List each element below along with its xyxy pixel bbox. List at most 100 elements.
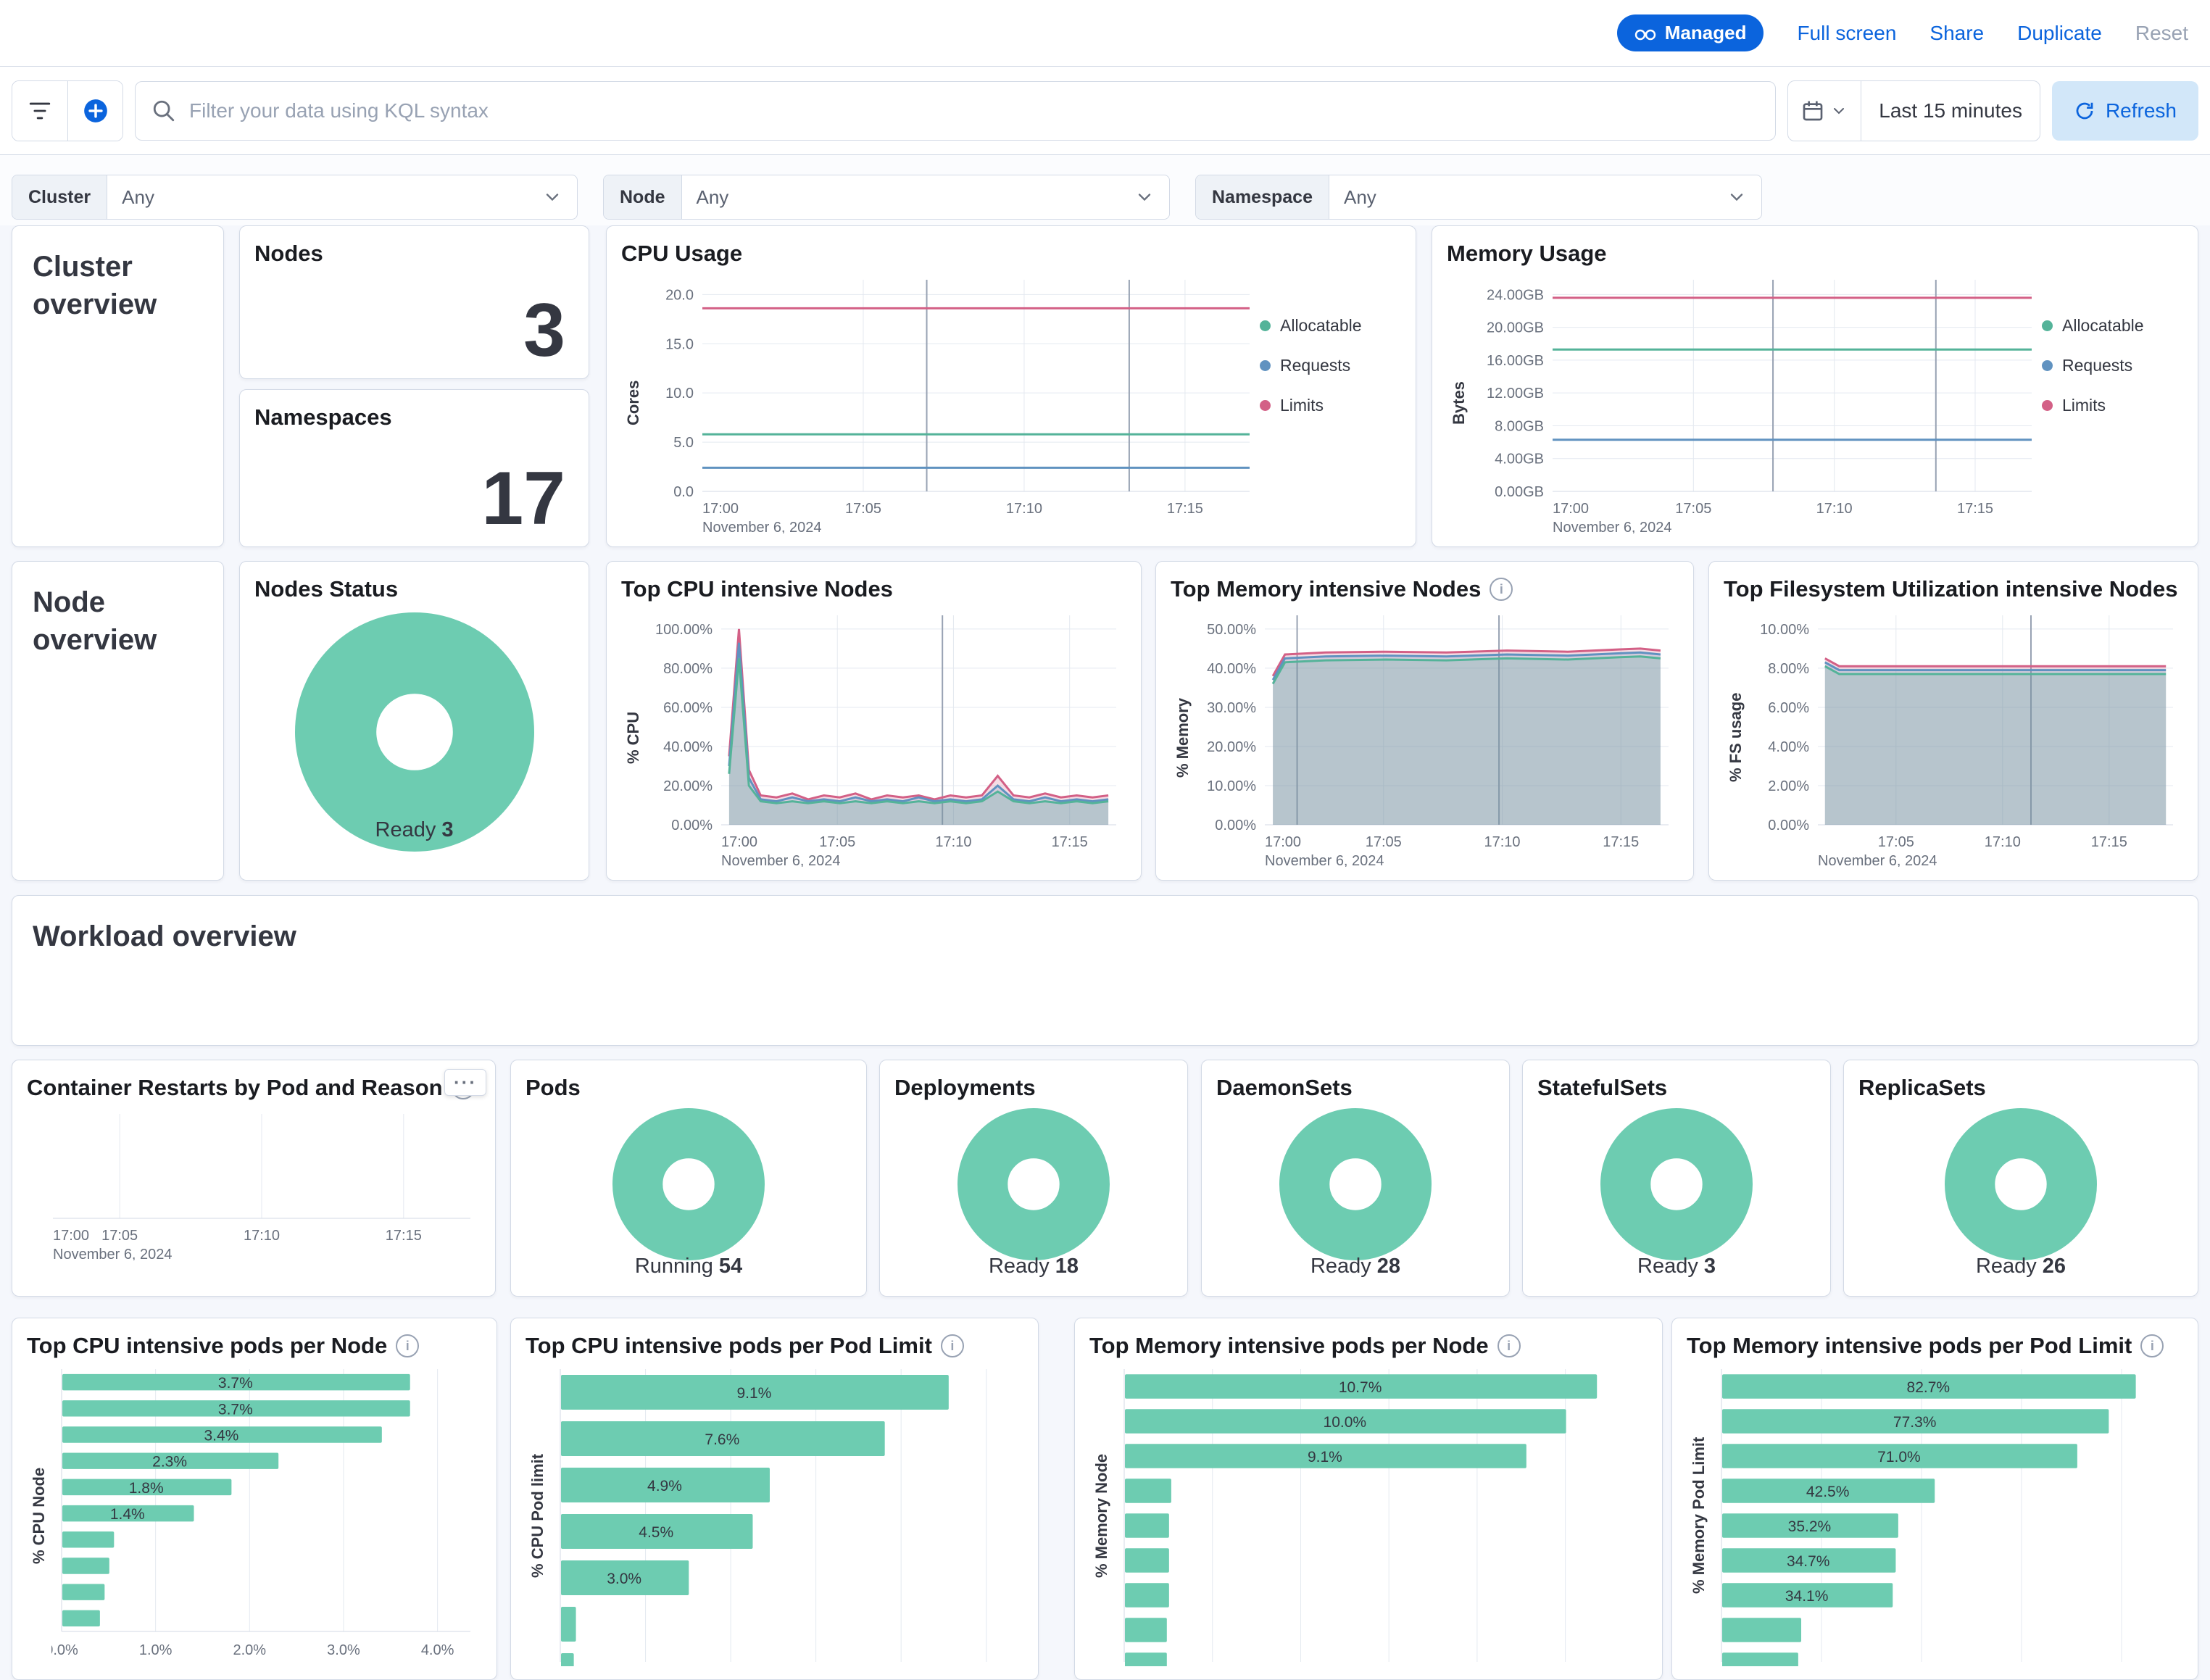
svg-text:November 6, 2024: November 6, 2024 — [1818, 853, 1937, 867]
panel-options-button[interactable]: ··· — [444, 1069, 486, 1096]
svg-text:3.0%: 3.0% — [607, 1571, 641, 1587]
panel-pods: Pods Running54 — [510, 1060, 867, 1297]
svg-text:2.00%: 2.00% — [1768, 778, 1809, 794]
panel-daemonsets: DaemonSets Ready28 — [1201, 1060, 1510, 1297]
deployments-donut[interactable]: Ready18 — [894, 1107, 1173, 1283]
svg-text:8.00GB: 8.00GB — [1495, 418, 1544, 434]
svg-text:17:05: 17:05 — [1675, 501, 1711, 517]
namespace-filter: Namespace Any — [1195, 175, 1762, 220]
cluster-filter-select[interactable]: Any — [107, 175, 577, 219]
filter-menu-button[interactable] — [12, 81, 67, 141]
svg-text:3.7%: 3.7% — [218, 1401, 253, 1418]
top-filesystem-nodes-title: Top Filesystem Utilization intensive Nod… — [1724, 576, 2177, 602]
svg-text:0.0%: 0.0% — [51, 1642, 78, 1658]
svg-text:40.00%: 40.00% — [663, 739, 713, 755]
memory-usage-chart[interactable]: 0.00GB4.00GB8.00GB12.00GB16.00GB20.00GB2… — [1471, 273, 2042, 533]
svg-text:6.00%: 6.00% — [1768, 700, 1809, 716]
daemonsets-donut[interactable]: Ready28 — [1216, 1107, 1495, 1283]
panel-namespaces-metric: Namespaces 17 — [239, 389, 589, 547]
legend-dot — [1260, 360, 1271, 371]
top-cpu-pods-node-chart[interactable]: 3.7%3.7%3.4%2.3%1.8%1.4%0.0%1.0%2.0%3.0%… — [51, 1365, 482, 1666]
replicasets-donut[interactable]: Ready26 — [1858, 1107, 2183, 1283]
top-memory-pods-limit-chart[interactable]: 82.7%77.3%71.0%42.5%35.2%34.7%34.1% — [1711, 1365, 2183, 1666]
pods-donut[interactable]: Running54 — [526, 1107, 852, 1283]
top-memory-nodes-chart[interactable]: 0.00%10.00%20.00%30.00%40.00%50.00%17:00… — [1195, 608, 1679, 867]
legend-item-allocatable[interactable]: Allocatable — [2042, 316, 2183, 336]
container-restarts-title: Container Restarts by Pod and Reason — [27, 1075, 443, 1101]
donut-status-label: Ready28 — [1216, 1255, 1495, 1278]
svg-text:17:10: 17:10 — [1816, 501, 1853, 517]
namespace-filter-select[interactable]: Any — [1329, 175, 1761, 219]
plus-circle-icon — [82, 97, 109, 125]
panel-top-cpu-nodes: Top CPU intensive Nodes % CPU 0.00%20.00… — [606, 561, 1142, 881]
cluster-filter-value: Any — [122, 186, 154, 209]
add-filter-button[interactable] — [67, 81, 122, 141]
svg-text:100.00%: 100.00% — [655, 622, 713, 638]
svg-text:3.4%: 3.4% — [204, 1428, 238, 1444]
legend-dot — [1260, 320, 1271, 331]
memory-usage-title: Memory Usage — [1447, 241, 1607, 267]
duplicate-button[interactable]: Duplicate — [2017, 22, 2102, 45]
svg-text:17:05: 17:05 — [101, 1228, 138, 1244]
panel-top-memory-pods-per-limit: Top Memory intensive pods per Pod Limit … — [1671, 1318, 2198, 1680]
svg-text:17:10: 17:10 — [1484, 834, 1520, 850]
container-restarts-chart[interactable]: 17:0017:0517:1017:15November 6, 2024 — [27, 1107, 481, 1260]
svg-text:17:15: 17:15 — [1603, 834, 1639, 850]
statefulsets-donut[interactable]: Ready3 — [1537, 1107, 1816, 1283]
info-icon[interactable]: i — [941, 1334, 964, 1357]
svg-text:24.00GB: 24.00GB — [1487, 287, 1544, 303]
full-screen-button[interactable]: Full screen — [1797, 22, 1896, 45]
filter-controls-bar: Cluster Any Node Any Namespace Any — [0, 155, 2210, 225]
panel-memory-usage: Memory Usage Bytes 0.00GB4.00GB8.00GB12.… — [1432, 225, 2198, 547]
dashboard: Managed Full screen Share Duplicate Rese… — [0, 0, 2210, 1669]
legend-item-requests[interactable]: Requests — [1260, 356, 1401, 375]
top-filesystem-nodes-chart[interactable]: 0.00%2.00%4.00%6.00%8.00%10.00%17:0517:1… — [1748, 608, 2183, 867]
managed-label: Managed — [1665, 22, 1747, 44]
refresh-button[interactable]: Refresh — [2052, 81, 2198, 141]
svg-text:7.6%: 7.6% — [705, 1431, 739, 1448]
legend-item-requests[interactable]: Requests — [2042, 356, 2183, 375]
namespace-filter-label: Namespace — [1196, 175, 1329, 219]
query-bar: Last 15 minutes Refresh — [0, 67, 2210, 155]
info-icon[interactable]: i — [2140, 1334, 2164, 1357]
info-icon[interactable]: i — [1497, 1334, 1521, 1357]
legend-item-limits[interactable]: Limits — [1260, 396, 1401, 415]
node-filter-select[interactable]: Any — [682, 175, 1170, 219]
date-quick-select-button[interactable] — [1788, 81, 1861, 141]
svg-text:10.00%: 10.00% — [1760, 622, 1809, 638]
top-memory-pods-node-chart[interactable]: 10.7%10.0%9.1% — [1114, 1365, 1648, 1666]
legend-dot — [1260, 400, 1271, 411]
svg-text:4.5%: 4.5% — [639, 1524, 673, 1541]
info-icon[interactable]: i — [1490, 578, 1513, 601]
svg-text:16.00GB: 16.00GB — [1487, 353, 1544, 369]
svg-text:9.1%: 9.1% — [736, 1385, 771, 1402]
kql-search-input[interactable] — [188, 99, 1759, 123]
svg-text:17:15: 17:15 — [386, 1228, 422, 1244]
svg-text:8.00%: 8.00% — [1768, 661, 1809, 677]
legend-dot — [2042, 400, 2053, 411]
top-cpu-pods-limit-chart[interactable]: 9.1%7.6%4.9%4.5%3.0% — [550, 1365, 1023, 1666]
statefulsets-title: StatefulSets — [1537, 1075, 1667, 1101]
share-button[interactable]: Share — [1929, 22, 1984, 45]
nodes-status-donut[interactable]: Ready3 — [254, 608, 574, 867]
donut-status-label: Running54 — [526, 1255, 852, 1278]
reset-button[interactable]: Reset — [2135, 22, 2188, 45]
svg-text:10.0%: 10.0% — [1324, 1414, 1367, 1431]
legend-item-allocatable[interactable]: Allocatable — [1260, 316, 1401, 336]
info-icon[interactable]: i — [396, 1334, 419, 1357]
top-memory-pods-node-title: Top Memory intensive pods per Node — [1089, 1333, 1489, 1359]
top-cpu-nodes-chart[interactable]: 0.00%20.00%40.00%60.00%80.00%100.00%17:0… — [646, 608, 1126, 867]
top-memory-nodes-y-axis-title: % Memory — [1171, 608, 1195, 867]
svg-text:17:00: 17:00 — [721, 834, 757, 850]
svg-text:1.8%: 1.8% — [129, 1480, 164, 1497]
top-cpu-pods-node-title: Top CPU intensive pods per Node — [27, 1333, 387, 1359]
svg-text:0.00GB: 0.00GB — [1495, 484, 1544, 500]
cpu-usage-y-axis-title: Cores — [621, 273, 646, 533]
time-range-button[interactable]: Last 15 minutes — [1861, 81, 2040, 141]
managed-badge[interactable]: Managed — [1617, 14, 1764, 51]
legend-label: Requests — [1280, 356, 1350, 375]
cpu-usage-chart[interactable]: 0.05.010.015.020.017:0017:0517:1017:15No… — [646, 273, 1260, 533]
legend-item-limits[interactable]: Limits — [2042, 396, 2183, 415]
svg-text:10.7%: 10.7% — [1339, 1379, 1382, 1396]
svg-text:17:10: 17:10 — [935, 834, 971, 850]
